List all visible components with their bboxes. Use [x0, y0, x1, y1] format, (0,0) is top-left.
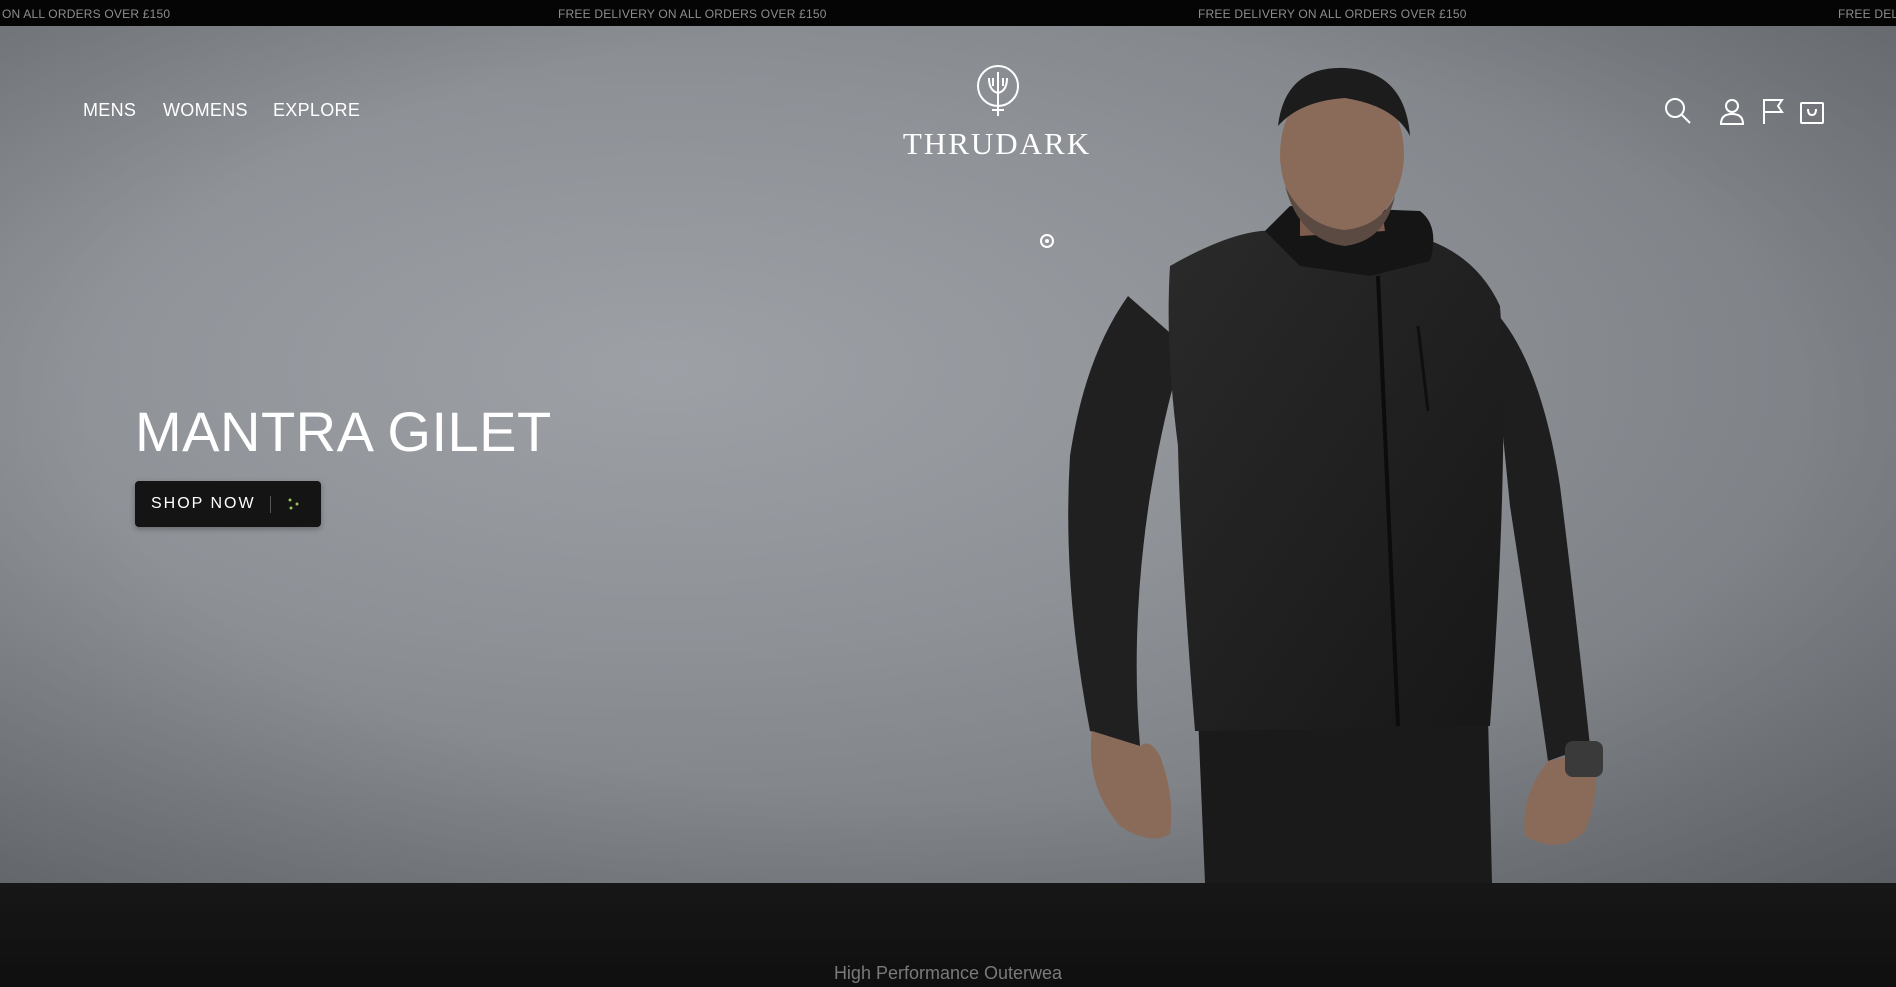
- featured-section: High Performance Outerwea: [0, 883, 1896, 987]
- trident-icon: [977, 65, 1019, 116]
- announcement-text: FREE DELIVERY ON ALL ORDERS OVER £150: [1198, 7, 1467, 21]
- nav-mens[interactable]: MENS: [83, 100, 136, 120]
- shop-now-label: SHOP NOW: [151, 495, 256, 512]
- shop-now-button[interactable]: SHOP NOW: [135, 481, 321, 527]
- announcement-text: ON ALL ORDERS OVER £150: [2, 7, 171, 21]
- announcement-text: FREE DELIVERY ON ALL ORDERS OVER £150: [558, 7, 827, 21]
- announcement-text: FREE DELIV: [1838, 7, 1896, 21]
- brand-wordmark: THRUDARK: [902, 126, 1092, 161]
- account-icon[interactable]: [1717, 96, 1747, 126]
- nav-explore[interactable]: EXPLORE: [273, 100, 360, 120]
- section-heading: High Performance Outerwea: [833, 963, 1063, 983]
- search-icon[interactable]: [1663, 96, 1693, 126]
- nav-womens[interactable]: WOMENS: [163, 100, 248, 120]
- sparkle-icon: [288, 498, 299, 510]
- slide-indicator-dot[interactable]: [1040, 234, 1054, 248]
- brand-logo[interactable]: THRUDARK: [896, 64, 1098, 164]
- hero-title: MANTRA GILET: [135, 400, 552, 463]
- hero-banner: MENS WOMENS EXPLORE THRUDARK MANTRA GILE…: [0, 26, 1896, 883]
- flag-icon[interactable]: [1758, 96, 1788, 126]
- announcement-bar: ON ALL ORDERS OVER £150 FREE DELIVERY ON…: [0, 0, 1896, 27]
- button-divider: [270, 496, 271, 513]
- bag-icon[interactable]: [1797, 96, 1827, 126]
